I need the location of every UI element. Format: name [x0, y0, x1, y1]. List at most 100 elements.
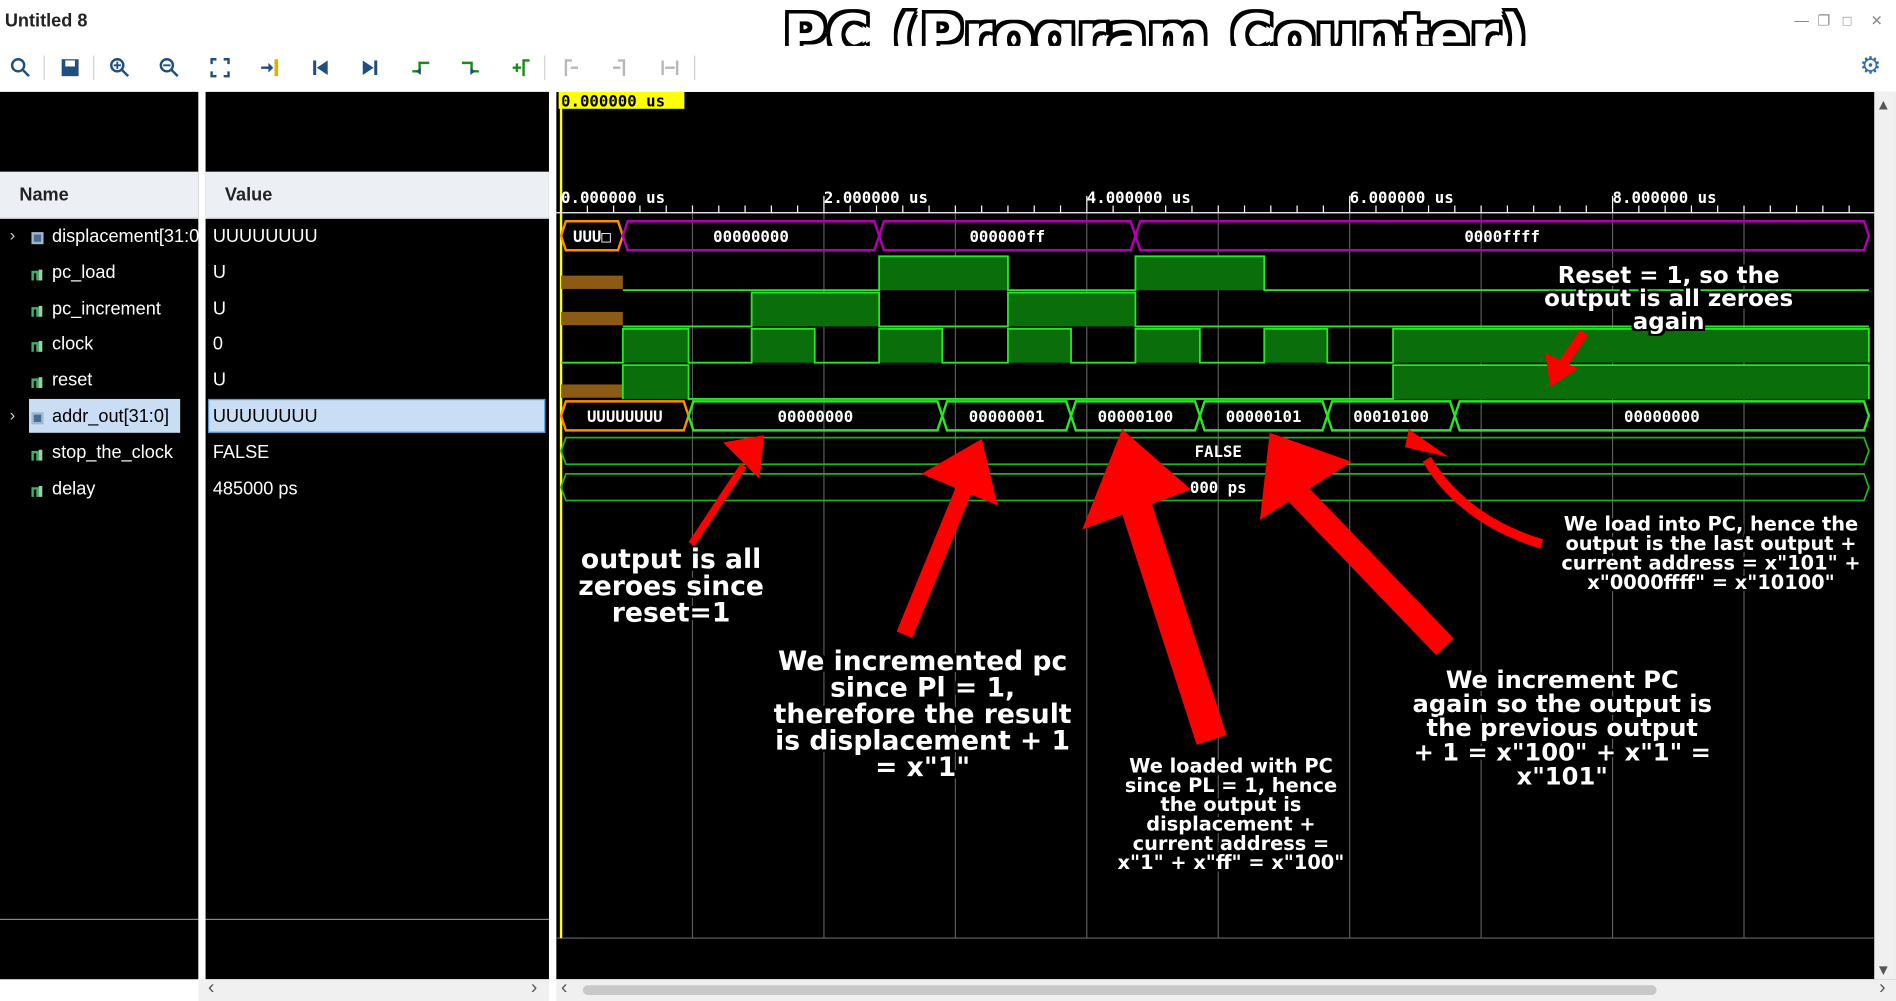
undefined-region	[561, 275, 623, 289]
toolbar: ⚙	[0, 45, 1896, 90]
high-pulse	[1007, 292, 1136, 327]
svg-text:▲: ▲	[1879, 97, 1888, 113]
bus-value-label: 000000ff	[969, 227, 1045, 246]
next-transition-icon[interactable]	[455, 52, 486, 83]
value-column-header[interactable]: Value	[205, 171, 549, 219]
close-icon[interactable]: ✕	[1871, 12, 1883, 29]
minimize-icon[interactable]: —	[1794, 12, 1809, 29]
bus-signal-icon	[30, 410, 45, 425]
signal-row-displacement[interactable]: › displacement[31:0]	[0, 219, 205, 255]
signal-row-stop-the-clock[interactable]: stop_the_clock	[0, 435, 198, 471]
undefined-region	[561, 311, 623, 326]
signal-name: addr_out[31:0]	[51, 406, 169, 427]
bit-signal-icon	[30, 266, 45, 281]
signal-value: U	[212, 298, 226, 319]
time-tick-label: 0.000000 us	[561, 188, 665, 207]
swap-cursors-icon[interactable]	[654, 52, 685, 83]
high-pulse	[1135, 328, 1200, 363]
high-pulse	[879, 328, 943, 363]
expand-chevron-icon[interactable]: ›	[10, 225, 16, 244]
signal-value: U	[212, 262, 226, 283]
signal-value: FALSE	[212, 442, 270, 463]
high-pulse	[1393, 365, 1869, 399]
value-pane	[205, 91, 549, 980]
undefined-region	[561, 384, 623, 398]
signal-name: stop_the_clock	[51, 442, 174, 463]
zoom-fit-icon[interactable]	[204, 52, 235, 83]
bus-value-label: 0000ffff	[1464, 227, 1540, 246]
high-pulse	[622, 365, 689, 399]
annotation-reset-again: Reset = 1, so the output is all zeroes a…	[1544, 262, 1794, 335]
bus-value-label: 00000101	[1226, 407, 1302, 426]
bit-signal-icon	[30, 374, 45, 389]
signal-row-pc-load[interactable]: pc_load	[0, 255, 198, 291]
bus-value-label: 00010100	[1353, 407, 1429, 426]
signal-value: 485000 ps	[212, 478, 298, 499]
signal-row-reset[interactable]: reset	[0, 363, 198, 399]
bus-value-label: 00000000	[778, 407, 854, 426]
signal-row-delay[interactable]: delay	[0, 471, 198, 507]
annotation-reset-zeroes: output is all zeroes since reset=1	[578, 545, 764, 629]
scroll-right-icon[interactable]: ›	[531, 978, 537, 1000]
go-to-cursor-icon[interactable]	[254, 52, 285, 83]
high-pulse	[1135, 256, 1265, 291]
annotation-increment: We incremented pc since Pl = 1, therefor…	[773, 646, 1072, 784]
bus-value-label: UUUUUUUU	[587, 407, 663, 426]
zoom-in-icon[interactable]	[104, 52, 135, 83]
expand-chevron-icon[interactable]: ›	[10, 405, 16, 424]
maximize-icon[interactable]: □	[1843, 12, 1852, 29]
signal-name: pc_increment	[51, 298, 161, 319]
cursor-time-label: 0.000000 us	[561, 92, 665, 111]
name-column-header[interactable]: Name	[0, 171, 199, 219]
wave-scroll-thumb[interactable]	[582, 985, 1657, 995]
high-pulse	[751, 292, 880, 327]
gear-icon[interactable]: ⚙	[1860, 51, 1882, 81]
bus-value-label: 00000100	[1098, 407, 1174, 426]
signal-row-pc-increment[interactable]: pc_increment	[0, 291, 198, 327]
previous-transition-icon[interactable]	[405, 52, 436, 83]
go-to-start-icon[interactable]	[305, 52, 336, 83]
bus-value-label: UUU□	[573, 227, 611, 246]
go-to-end-icon[interactable]	[354, 52, 385, 83]
wave-scroll-left-icon[interactable]: ‹	[561, 978, 567, 1000]
bus-value-label: 00000001	[969, 407, 1045, 426]
annotation-load-1: We loaded with PC since PL = 1, hence th…	[1117, 754, 1345, 875]
svg-text:▼: ▼	[1879, 962, 1888, 978]
signal-name: clock	[51, 334, 94, 355]
high-pulse	[1264, 328, 1328, 363]
high-pulse	[1007, 328, 1072, 363]
bit-signal-icon	[30, 482, 45, 497]
high-pulse	[879, 256, 1008, 291]
bit-signal-icon	[30, 302, 45, 317]
annotation-load-2: We load into PC, hence the output is the…	[1561, 512, 1861, 594]
value-pane-scrollbar[interactable]: ‹ ›	[198, 978, 549, 1001]
time-tick-label: 2.000000 us	[824, 188, 928, 207]
wave-scroll-right-icon[interactable]: ›	[1879, 978, 1885, 1000]
window-title: Untitled 8	[4, 10, 88, 32]
save-icon[interactable]	[54, 52, 85, 83]
bus-value-label: 000 ps	[1190, 478, 1247, 497]
search-icon[interactable]	[5, 52, 36, 83]
previous-marker-icon[interactable]	[555, 52, 586, 83]
signal-name: reset	[51, 370, 93, 391]
bus-value-label: 00000000	[713, 227, 789, 246]
add-marker-icon[interactable]	[505, 52, 536, 83]
scroll-left-icon[interactable]: ‹	[208, 978, 214, 1000]
signal-row-addr-out[interactable]: › addr_out[31:0]	[0, 399, 198, 435]
signal-row-clock[interactable]: clock	[0, 327, 198, 363]
wave-pane-scrollbar[interactable]: ‹ ›	[556, 978, 1896, 1001]
bus-signal-icon	[30, 230, 45, 245]
restore-icon[interactable]: ❐	[1817, 12, 1830, 29]
signal-name: displacement[31:0]	[51, 226, 205, 247]
signal-value: 0	[212, 334, 223, 355]
signal-name: pc_load	[51, 262, 116, 283]
time-tick-label: 6.000000 us	[1350, 188, 1454, 207]
name-column-label: Name	[19, 184, 69, 206]
high-pulse	[1393, 328, 1869, 363]
zoom-out-icon[interactable]	[154, 52, 185, 83]
bus-value-label: FALSE	[1195, 442, 1242, 461]
high-pulse	[622, 328, 689, 363]
signal-value: UUUUUUUU	[212, 226, 318, 247]
time-tick-label: 8.000000 us	[1613, 188, 1717, 207]
next-marker-icon[interactable]	[605, 52, 636, 83]
